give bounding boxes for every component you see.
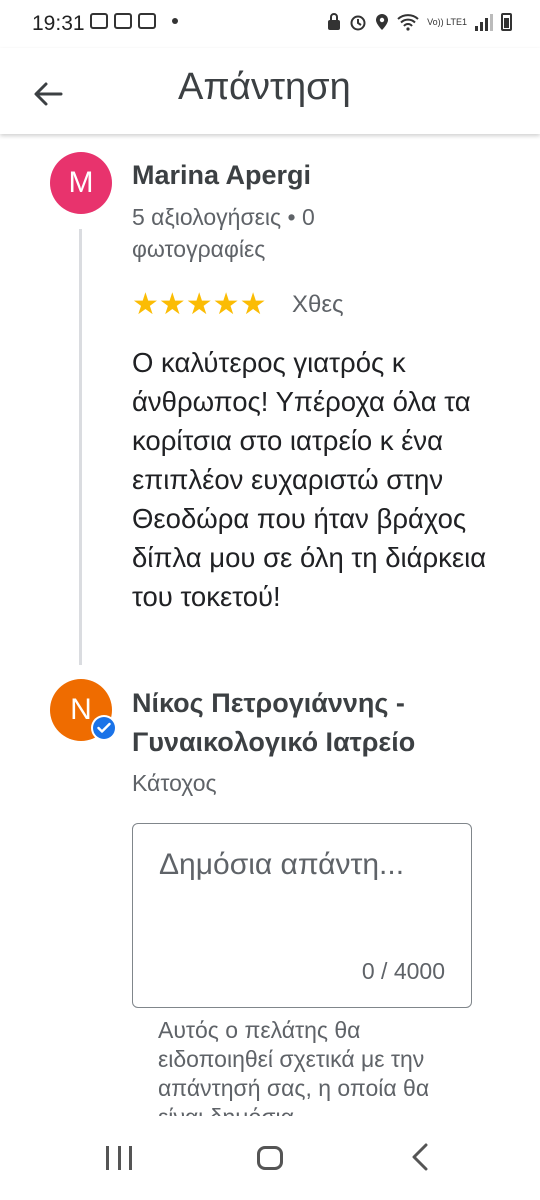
check-icon — [97, 722, 111, 733]
back-button[interactable] — [24, 70, 72, 118]
reviewer-meta: 5 αξιολογήσεις • 0 φωτογραφίες — [132, 204, 315, 262]
reviewer-avatar-letter: M — [68, 166, 94, 199]
review-date: Χθες — [292, 291, 344, 318]
status-notification-icons — [90, 13, 178, 29]
character-counter: 0 / 4000 — [361, 958, 445, 984]
battery-icon — [501, 13, 512, 31]
calendar-icon — [138, 13, 156, 29]
reviewer-name[interactable]: Marina Apergi — [132, 160, 311, 191]
more-notifications-icon — [172, 18, 178, 24]
lock-icon — [328, 13, 341, 30]
owner-avatar-letter: N — [70, 693, 92, 726]
chevron-left-icon — [412, 1143, 428, 1171]
network-type-label: Vo)) LTE1 — [427, 16, 467, 27]
media-icon — [114, 13, 132, 29]
owner-role: Κάτοχος — [132, 770, 217, 796]
nav-back-button[interactable] — [410, 1142, 430, 1177]
system-nav-bar — [0, 1116, 540, 1200]
thread-line — [79, 229, 82, 665]
verified-badge — [91, 715, 117, 741]
rating-stars: ★★★★★ — [132, 290, 266, 320]
status-time: 19:31 — [32, 12, 85, 35]
location-icon — [376, 14, 389, 30]
arrow-back-icon — [34, 82, 63, 106]
reply-helper-text: Αυτός ο πελάτης θα ειδοποιηθεί σχετικά μ… — [158, 1017, 430, 1128]
reply-placeholder: Δημόσια απάντη... — [159, 848, 405, 881]
public-reply-input[interactable]: Δημόσια απάντη... 0 / 4000 — [132, 823, 472, 1008]
status-bar: 19:31 Vo)) LTE1 — [0, 0, 540, 48]
page-title: Απάντηση — [178, 66, 351, 108]
review-text: Ο καλύτερος γιατρός κ άνθρωπος! Υπέροχα … — [132, 347, 487, 612]
gallery-icon — [90, 13, 108, 29]
reviewer-avatar[interactable]: M — [50, 152, 112, 214]
star-rating-icon: ★★★★★ — [132, 288, 267, 321]
recent-apps-button[interactable] — [106, 1146, 132, 1170]
alarm-icon — [350, 15, 366, 31]
signal-icon — [475, 13, 493, 31]
status-system-icons: Vo)) LTE1 — [327, 13, 512, 31]
owner-name: Νίκος Πετρογιάννης - Γυναικολογικό Ιατρε… — [132, 688, 416, 757]
app-bar: Απάντηση — [0, 48, 540, 134]
wifi-icon — [397, 14, 419, 31]
home-button[interactable] — [257, 1146, 283, 1170]
